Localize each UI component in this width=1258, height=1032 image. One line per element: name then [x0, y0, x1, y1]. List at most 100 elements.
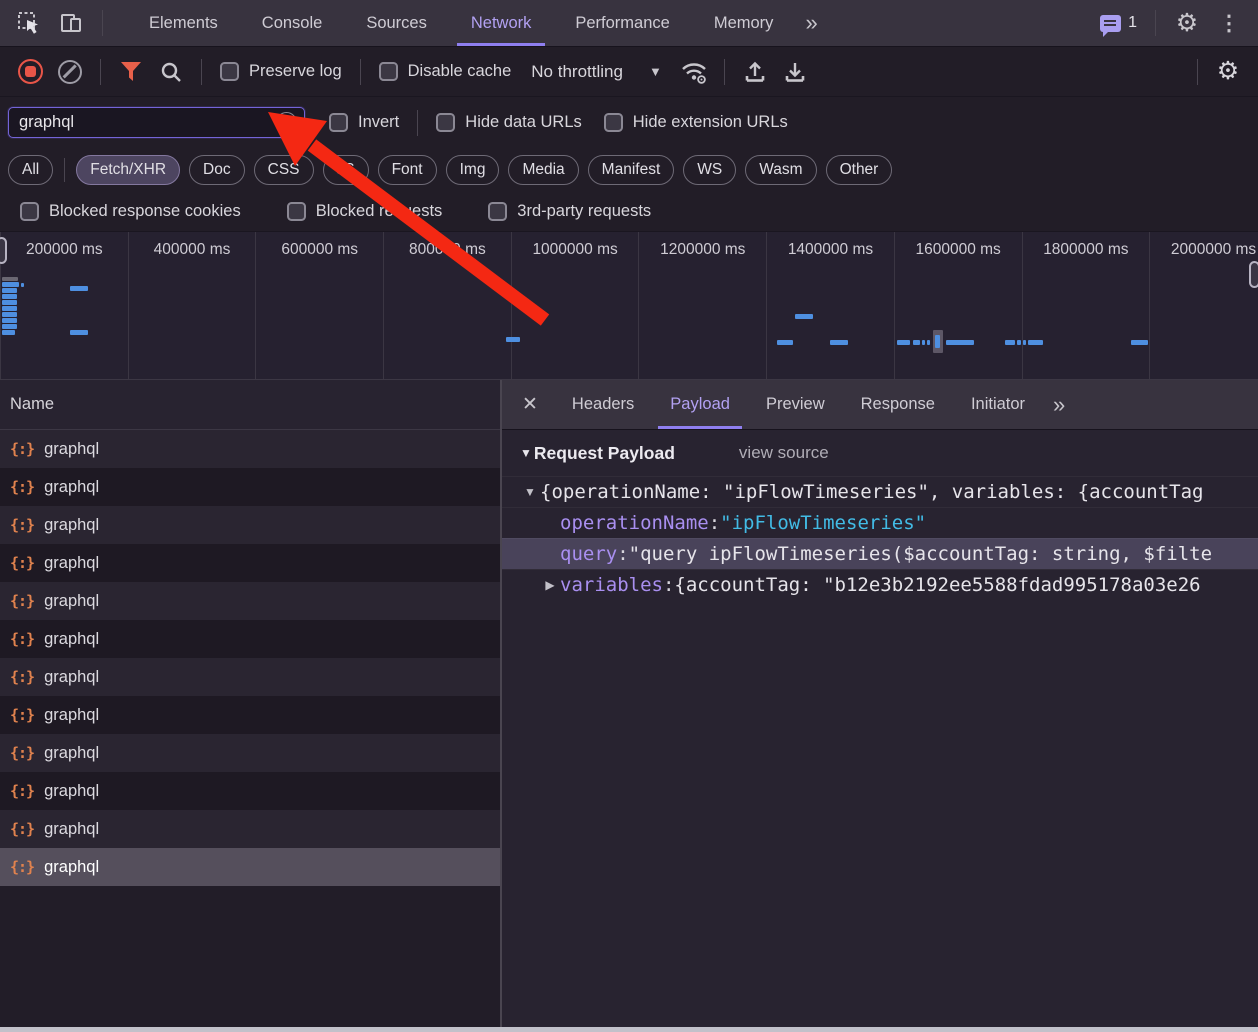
chip-doc[interactable]: Doc	[189, 155, 245, 185]
chip-font[interactable]: Font	[378, 155, 437, 185]
table-row[interactable]: {:}graphql	[0, 848, 500, 886]
payload-tree-row[interactable]: ▶variables: {accountTag: "b12e3b2192ee55…	[502, 569, 1258, 600]
divider	[102, 10, 103, 36]
inspect-element-icon[interactable]	[14, 8, 44, 38]
filter-icon[interactable]	[115, 56, 147, 88]
table-row[interactable]: {:}graphql	[0, 696, 500, 734]
detail-tab-initiator[interactable]: Initiator	[953, 380, 1043, 429]
chip-wasm[interactable]: Wasm	[745, 155, 816, 185]
detail-tab-payload[interactable]: Payload	[652, 380, 748, 429]
timeline-columns: 200000 ms400000 ms600000 ms800000 ms1000…	[0, 232, 1258, 379]
tab-sources[interactable]: Sources	[344, 0, 449, 46]
table-row[interactable]: {:}graphql	[0, 810, 500, 848]
timeline-tick-label: 400000 ms	[154, 241, 231, 258]
main-menu-icon[interactable]: ⋮	[1214, 8, 1244, 38]
request-name: graphql	[44, 440, 99, 459]
table-row[interactable]: {:}graphql	[0, 506, 500, 544]
request-timing-bar	[21, 283, 24, 287]
blocked-response-cookies-checkbox[interactable]: Blocked response cookies	[20, 202, 241, 221]
payload-tree-row[interactable]: query: "query ipFlowTimeseries($accountT…	[502, 538, 1258, 569]
json-request-icon: {:}	[10, 554, 34, 572]
request-timing-bar	[2, 294, 17, 299]
chip-ws[interactable]: WS	[683, 155, 736, 185]
issues-count: 1	[1128, 14, 1137, 32]
table-row[interactable]: {:}graphql	[0, 620, 500, 658]
tab-performance[interactable]: Performance	[553, 0, 691, 46]
table-row[interactable]: {:}graphql	[0, 544, 500, 582]
throttling-select[interactable]: No throttling ▼	[531, 62, 662, 82]
close-icon[interactable]: ✕	[502, 393, 554, 416]
chip-img[interactable]: Img	[446, 155, 500, 185]
request-name: graphql	[44, 782, 99, 801]
network-settings-icon[interactable]: ⚙	[1212, 56, 1244, 88]
clear-filter-icon[interactable]: ✕	[276, 112, 297, 133]
detail-tab-headers[interactable]: Headers	[554, 380, 652, 429]
window-bottom-edge	[0, 1027, 1258, 1032]
timeline-column: 2000000 ms	[1149, 232, 1258, 379]
blocked-requests-checkbox[interactable]: Blocked requests	[287, 202, 443, 221]
timeline-tick-label: 600000 ms	[281, 241, 358, 258]
overview-right-grip[interactable]	[1249, 261, 1258, 288]
table-row[interactable]: {:}graphql	[0, 582, 500, 620]
detail-tab-preview[interactable]: Preview	[748, 380, 843, 429]
collapse-triangle-icon[interactable]: ▼	[520, 446, 532, 460]
settings-icon[interactable]: ⚙	[1172, 8, 1202, 38]
hide-extension-urls-checkbox[interactable]: Hide extension URLs	[604, 113, 788, 132]
table-row[interactable]: {:}graphql	[0, 772, 500, 810]
table-row[interactable]: {:}graphql	[0, 734, 500, 772]
hide-data-urls-checkbox[interactable]: Hide data URLs	[436, 113, 581, 132]
chip-css[interactable]: CSS	[254, 155, 314, 185]
payload-tree-row[interactable]: operationName: "ipFlowTimeseries"	[502, 507, 1258, 538]
chip-all[interactable]: All	[8, 155, 53, 185]
request-timing-bar	[2, 306, 17, 311]
disable-cache-checkbox[interactable]: Disable cache	[379, 62, 512, 81]
chip-js[interactable]: JS	[323, 155, 369, 185]
overview-left-grip[interactable]	[0, 237, 7, 264]
network-conditions-icon[interactable]	[678, 56, 710, 88]
expander-icon[interactable]: ▼	[520, 485, 540, 499]
expander-icon[interactable]: ▶	[540, 578, 560, 592]
payload-colon: :	[663, 574, 674, 596]
invert-checkbox[interactable]: Invert	[329, 113, 399, 132]
more-detail-tabs-icon[interactable]: »	[1043, 392, 1075, 418]
search-icon[interactable]	[155, 56, 187, 88]
tab-network[interactable]: Network	[449, 0, 554, 46]
chip-media[interactable]: Media	[508, 155, 578, 185]
request-detail-panel: ✕ HeadersPayloadPreviewResponseInitiator…	[502, 380, 1258, 1027]
payload-plain: "query ipFlowTimeseries($accountTag: str…	[629, 543, 1212, 565]
request-timing-bar	[897, 340, 910, 345]
device-toolbar-icon[interactable]	[56, 8, 86, 38]
network-overview-timeline[interactable]: 200000 ms400000 ms600000 ms800000 ms1000…	[0, 232, 1258, 380]
timeline-column: 1800000 ms	[1022, 232, 1150, 379]
request-timing-bar	[927, 340, 930, 345]
view-source-link[interactable]: view source	[739, 443, 829, 463]
preserve-log-checkbox[interactable]: Preserve log	[220, 62, 342, 81]
table-row[interactable]: {:}graphql	[0, 468, 500, 506]
tab-memory[interactable]: Memory	[692, 0, 796, 46]
divider	[201, 59, 202, 85]
clear-button[interactable]	[54, 56, 86, 88]
checkbox-icon	[488, 202, 507, 221]
request-timing-bar	[1131, 340, 1148, 345]
tab-console[interactable]: Console	[240, 0, 345, 46]
export-har-icon[interactable]	[779, 56, 811, 88]
payload-tree-row[interactable]: ▼{operationName: "ipFlowTimeseries", var…	[502, 476, 1258, 507]
issues-counter[interactable]: 1	[1100, 14, 1137, 32]
timeline-column: 1000000 ms	[511, 232, 639, 379]
chip-other[interactable]: Other	[826, 155, 893, 185]
table-row[interactable]: {:}graphql	[0, 430, 500, 468]
chip-fetch-xhr[interactable]: Fetch/XHR	[76, 155, 180, 185]
import-har-icon[interactable]	[739, 56, 771, 88]
chip-manifest[interactable]: Manifest	[588, 155, 675, 185]
name-column-header[interactable]: Name	[0, 380, 500, 430]
table-row[interactable]: {:}graphql	[0, 658, 500, 696]
checkbox-label: 3rd-party requests	[517, 202, 651, 221]
json-request-icon: {:}	[10, 630, 34, 648]
filter-input[interactable]	[19, 113, 276, 132]
more-panels-icon[interactable]: »	[795, 10, 827, 36]
record-button[interactable]	[14, 56, 46, 88]
3rd-party-requests-checkbox[interactable]: 3rd-party requests	[488, 202, 651, 221]
timeline-tick-label: 1200000 ms	[660, 241, 745, 258]
detail-tab-response[interactable]: Response	[843, 380, 953, 429]
tab-elements[interactable]: Elements	[127, 0, 240, 46]
